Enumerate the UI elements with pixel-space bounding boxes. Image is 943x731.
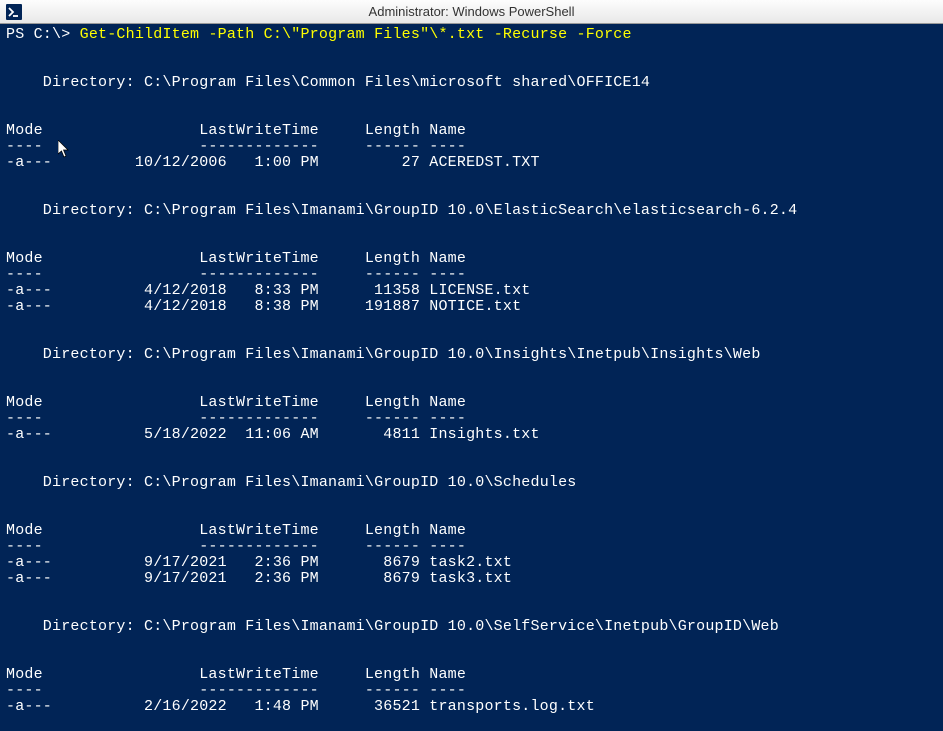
- file-row: -a--- 9/17/2021 2:36 PM 8679 task2.txt: [6, 554, 512, 571]
- directory-label: Directory:: [6, 202, 144, 219]
- window-titlebar[interactable]: Administrator: Windows PowerShell: [0, 0, 943, 24]
- directory-path: C:\Program Files\Common Files\microsoft …: [144, 74, 650, 91]
- directory-label: Directory:: [6, 346, 144, 363]
- file-row: -a--- 2/16/2022 1:48 PM 36521 transports…: [6, 698, 595, 715]
- file-row: -a--- 9/17/2021 2:36 PM 8679 task3.txt: [6, 570, 512, 587]
- directory-path: C:\Program Files\Imanami\GroupID 10.0\In…: [144, 346, 761, 363]
- file-row: -a--- 4/12/2018 8:38 PM 191887 NOTICE.tx…: [6, 298, 521, 315]
- directory-label: Directory:: [6, 74, 144, 91]
- column-headers: Mode LastWriteTime Length Name ---- ----…: [6, 394, 466, 427]
- prompt: PS C:\>: [6, 26, 80, 43]
- column-headers: Mode LastWriteTime Length Name ---- ----…: [6, 122, 466, 155]
- file-row: -a--- 10/12/2006 1:00 PM 27 ACEREDST.TXT: [6, 154, 540, 171]
- column-headers: Mode LastWriteTime Length Name ---- ----…: [6, 250, 466, 283]
- column-headers: Mode LastWriteTime Length Name ---- ----…: [6, 522, 466, 555]
- terminal-output[interactable]: PS C:\> Get-ChildItem -Path C:\"Program …: [0, 24, 943, 718]
- column-headers: Mode LastWriteTime Length Name ---- ----…: [6, 666, 466, 699]
- directory-label: Directory:: [6, 474, 144, 491]
- directory-path: C:\Program Files\Imanami\GroupID 10.0\Sc…: [144, 474, 576, 491]
- file-row: -a--- 5/18/2022 11:06 AM 4811 Insights.t…: [6, 426, 540, 443]
- window-title: Administrator: Windows PowerShell: [369, 4, 575, 19]
- directory-label: Directory:: [6, 618, 144, 635]
- directory-path: C:\Program Files\Imanami\GroupID 10.0\El…: [144, 202, 797, 219]
- powershell-icon: [3, 1, 25, 23]
- file-row: -a--- 4/12/2018 8:33 PM 11358 LICENSE.tx…: [6, 282, 530, 299]
- directory-path: C:\Program Files\Imanami\GroupID 10.0\Se…: [144, 618, 779, 635]
- command-text: Get-ChildItem -Path C:\"Program Files"\*…: [80, 26, 632, 43]
